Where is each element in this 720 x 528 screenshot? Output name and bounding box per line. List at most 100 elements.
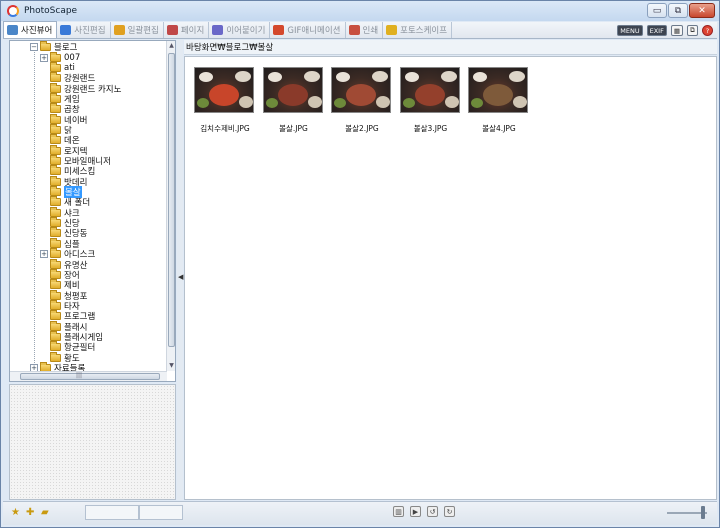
folder-icon — [50, 310, 61, 321]
tree-item[interactable]: +007 — [40, 51, 81, 63]
status-field-1 — [85, 505, 139, 520]
tree-item[interactable]: + 자료들록 — [30, 362, 85, 371]
expand-icon[interactable]: + — [40, 53, 48, 62]
batch-icon — [113, 25, 125, 35]
folder-icon — [50, 248, 61, 259]
favorites-icon[interactable]: ✚ — [26, 507, 37, 518]
thumbnail[interactable]: 볼살2.JPG — [330, 65, 392, 137]
folder-icon — [50, 289, 61, 300]
thumbnail-size-knob[interactable] — [701, 506, 705, 519]
slideshow-icon[interactable]: ▶ — [410, 506, 421, 517]
tab-6[interactable]: 인쇄 — [346, 22, 384, 38]
folder-icon — [50, 103, 61, 114]
gif-icon — [273, 25, 285, 35]
main-tab-bar: 사진뷰어 사진편집 일괄편집 페이지 이어붙이기 GIF애니메이션 인쇄 포토스케이프 MEN… — [3, 21, 717, 39]
folder-icon — [50, 175, 61, 186]
folder-icon — [50, 341, 61, 352]
rotate-right-icon[interactable]: ↻ — [444, 506, 455, 517]
scroll-down-icon[interactable]: ▼ — [167, 361, 175, 371]
copy-icon[interactable]: ⧉ — [687, 25, 698, 36]
folder-icon — [50, 61, 61, 72]
food-photo-image — [331, 67, 391, 113]
title-bar: PhotoScape ▭ ⧉ ✕ — [1, 1, 719, 21]
folder-icon — [50, 237, 61, 248]
tab-label: 페이지 — [180, 26, 205, 36]
folder-icon — [50, 186, 61, 197]
food-photo-image — [262, 67, 323, 113]
star-icon[interactable]: ★ — [11, 507, 22, 518]
tab-2[interactable]: 일괄편집 — [111, 22, 164, 38]
tab-label: 포토스케이프 — [400, 26, 448, 36]
folder-icon — [50, 165, 61, 176]
thumbnail-filename: 볼살.JPG — [279, 124, 308, 133]
photo-preview-panel — [9, 384, 176, 500]
folder-icon — [50, 268, 61, 279]
folder-icon — [50, 258, 61, 269]
page-icon — [166, 25, 178, 35]
editor-icon — [60, 25, 72, 35]
maximize-button[interactable]: ⧉ — [668, 3, 688, 18]
folder-icon — [40, 362, 51, 371]
folder-icon — [50, 134, 61, 145]
tab-1[interactable]: 사진편집 — [57, 22, 111, 38]
food-photo-image — [399, 67, 460, 113]
status-field-2 — [139, 505, 183, 520]
thumbnail[interactable]: 볼살4.JPG — [467, 65, 529, 137]
thumbnail[interactable]: 볼살3.JPG — [399, 65, 461, 137]
tab-0[interactable]: 사진뷰어 — [3, 21, 58, 38]
tree-vertical-scrollbar[interactable]: ▲ ▼ — [166, 41, 175, 371]
thumbnail-filename: 김치수제비.JPG — [200, 124, 250, 133]
tab-label: 사진뷰어 — [21, 26, 53, 36]
tab-label: 사진편집 — [74, 26, 106, 36]
folder-icon — [50, 92, 61, 103]
thumbnail[interactable]: 볼살.JPG — [262, 65, 324, 137]
folder-icon — [50, 144, 61, 155]
folder-view-icon[interactable]: ▦ — [670, 25, 683, 36]
thumbnail[interactable]: 김치수제비.JPG — [193, 65, 255, 137]
toolbar-right: MENU EXIF ▦ ⧉ ? — [617, 23, 713, 38]
tree-vertical-scroll-thumb[interactable] — [168, 53, 175, 347]
folder-icon — [50, 227, 61, 238]
folder-icon — [50, 206, 61, 217]
tab-7[interactable]: 포토스케이프 — [383, 22, 453, 38]
panel-splitter[interactable]: ◀ — [177, 40, 183, 500]
tree-horizontal-scrollbar[interactable]: ||| — [10, 371, 167, 381]
collapse-left-icon[interactable]: ◀ — [178, 273, 183, 281]
status-bar: ★ ✚ ▰ ▥ ▶ ↺ ↻ — [3, 501, 717, 525]
close-button[interactable]: ✕ — [689, 3, 715, 18]
rotate-left-icon[interactable]: ↺ — [427, 506, 438, 517]
folder-icon — [50, 320, 61, 331]
photoscape-logo-icon — [7, 5, 19, 17]
thumbnail-filename: 볼살4.JPG — [482, 124, 516, 133]
folder-icon — [50, 330, 61, 341]
tab-3[interactable]: 페이지 — [164, 22, 210, 38]
scroll-up-icon[interactable]: ▲ — [167, 41, 175, 51]
food-photo-image — [194, 67, 254, 113]
folder-tree-panel: − 블로그 +007 ati 강원랜드 강원랜드 카지노 게임 곱창 네이버 닭 데온 로지텍 모바일매… — [9, 40, 176, 382]
minimize-button[interactable]: ▭ — [647, 3, 667, 18]
tree-item-label: 007 — [64, 52, 81, 63]
exif-button[interactable]: EXIF — [646, 25, 667, 36]
print-icon — [348, 25, 360, 35]
folder-icon — [50, 196, 61, 207]
menu-button[interactable]: MENU — [617, 25, 643, 36]
tab-label: 인쇄 — [362, 26, 379, 36]
viewer-icon — [7, 25, 18, 35]
collapse-icon[interactable]: − — [30, 43, 38, 52]
combine-icon — [212, 25, 224, 35]
folder-icon — [50, 82, 61, 93]
tree-horizontal-scroll-thumb[interactable] — [20, 373, 160, 380]
folder-icon — [50, 72, 61, 83]
tab-4[interactable]: 이어붙이기 — [209, 22, 271, 38]
folder-icon[interactable]: ▰ — [41, 507, 52, 518]
folder-icon — [50, 51, 61, 62]
trash-icon[interactable]: ▥ — [393, 506, 404, 517]
folder-icon — [50, 123, 61, 134]
help-icon[interactable]: ? — [702, 25, 713, 36]
tab-label: 이어붙이기 — [226, 26, 266, 36]
path-bar: 바탕화면₩블로그₩볼살 — [184, 40, 717, 55]
thumbnail-filename: 볼살2.JPG — [345, 124, 379, 133]
expand-icon[interactable]: + — [40, 250, 48, 259]
tab-5[interactable]: GIF애니메이션 — [270, 22, 346, 38]
expand-icon[interactable]: + — [30, 364, 38, 371]
